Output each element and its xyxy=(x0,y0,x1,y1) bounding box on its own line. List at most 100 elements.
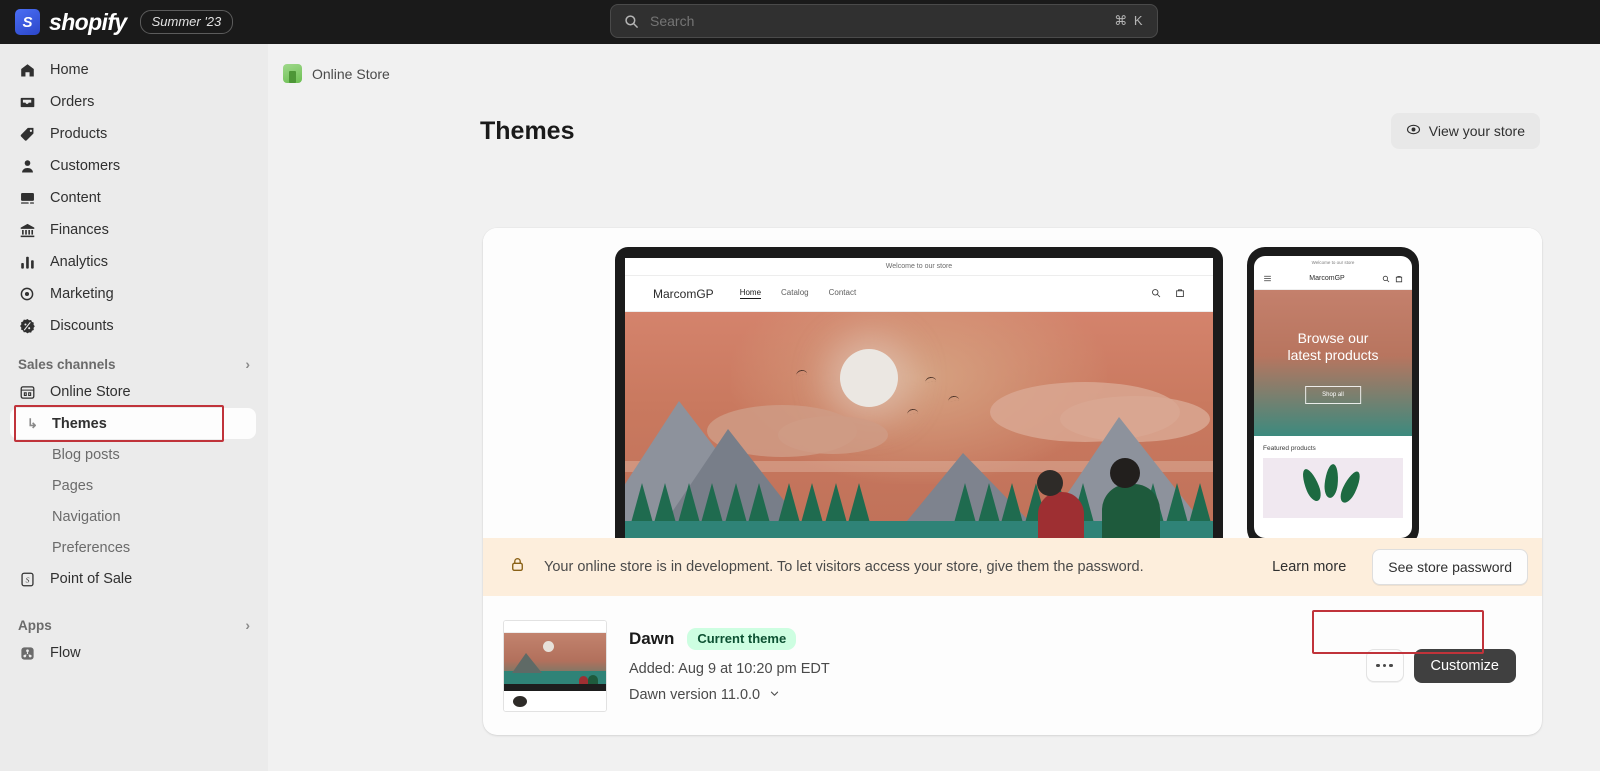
sidebar-item-finances[interactable]: Finances xyxy=(10,214,258,246)
dawn-theme-thumbnail[interactable] xyxy=(503,620,607,712)
sidebar-section-apps[interactable]: Apps › xyxy=(18,617,250,633)
mobile-featured-heading: Featured products xyxy=(1254,436,1412,452)
breadcrumb[interactable]: Online Store xyxy=(283,64,1600,83)
dot xyxy=(1389,664,1393,668)
sidebar-item-label: Themes xyxy=(52,416,107,432)
sidebar-item-flow[interactable]: Flow xyxy=(10,637,258,669)
mobile-announcement-bar: Welcome to our store xyxy=(1254,256,1412,268)
mobile-hero-button: Shop all xyxy=(1305,386,1361,404)
dot xyxy=(1383,664,1387,668)
search-bar[interactable]: ⌘ K xyxy=(610,4,1158,38)
more-actions-button[interactable] xyxy=(1366,649,1404,682)
preview-nav-link-catalog: Catalog xyxy=(781,288,809,299)
season-badge: Summer '23 xyxy=(140,10,234,34)
sidebar-item-customers[interactable]: Customers xyxy=(10,150,258,182)
search-input[interactable] xyxy=(650,13,1114,29)
page-header: Themes View your store xyxy=(480,113,1540,149)
breadcrumb-label: Online Store xyxy=(312,66,390,82)
home-icon xyxy=(18,61,37,80)
flow-app-icon xyxy=(18,644,37,663)
target-icon xyxy=(18,285,37,304)
thumbnail-nav-bar xyxy=(504,621,606,633)
sidebar-item-label: Online Store xyxy=(50,384,131,400)
mobile-product-card xyxy=(1263,458,1403,518)
sidebar-item-orders[interactable]: Orders xyxy=(10,86,258,118)
annotation-highlight-actions xyxy=(1312,610,1484,654)
mobile-preview-device[interactable]: Welcome to our store MarcomGP xyxy=(1247,247,1419,538)
sidebar-item-label: Products xyxy=(50,126,107,142)
storefront-icon xyxy=(18,383,37,402)
sidebar-item-label: Customers xyxy=(50,158,120,174)
mobile-hero-line2: latest products xyxy=(1254,347,1412,364)
product-tag-icon xyxy=(18,125,37,144)
desktop-preview-device[interactable]: Welcome to our store MarcomGP Home Catal… xyxy=(615,247,1223,538)
sidebar-item-label: Flow xyxy=(50,645,81,661)
sidebar-item-analytics[interactable]: Analytics xyxy=(10,246,258,278)
branch-arrow-icon: ↳ xyxy=(27,416,38,432)
thumbnail-hero xyxy=(504,633,606,691)
sidebar-item-label: Marketing xyxy=(50,286,114,302)
sidebar-item-home[interactable]: Home xyxy=(10,54,258,86)
preview-announcement-bar: Welcome to our store xyxy=(625,258,1213,276)
person-figure xyxy=(1102,484,1160,538)
learn-more-link[interactable]: Learn more xyxy=(1272,559,1346,575)
sidebar-item-label: Home xyxy=(50,62,89,78)
brand-logo[interactable]: S shopify Summer '23 xyxy=(0,9,233,36)
sidebar-item-pages[interactable]: Pages xyxy=(10,470,258,501)
sidebar-item-label: Orders xyxy=(50,94,94,110)
brand-name: shopify xyxy=(49,9,127,36)
sidebar-section-sales-channels[interactable]: Sales channels › xyxy=(18,356,250,372)
section-label: Sales channels xyxy=(18,357,116,372)
view-your-store-button[interactable]: View your store xyxy=(1391,113,1540,149)
preview-store-logo: MarcomGP xyxy=(653,287,714,301)
sidebar-item-marketing[interactable]: Marketing xyxy=(10,278,258,310)
cart-icon xyxy=(1395,270,1403,288)
sidebar-item-themes[interactable]: ↳ Themes xyxy=(10,408,256,439)
theme-version-selector[interactable]: Dawn version 11.0.0 xyxy=(629,687,830,703)
sidebar-item-point-of-sale[interactable]: S Point of Sale xyxy=(10,563,258,595)
preview-nav-links: Home Catalog Contact xyxy=(740,288,857,299)
sidebar-item-blog-posts[interactable]: Blog posts xyxy=(10,439,258,470)
sidebar-item-label: Navigation xyxy=(52,509,121,525)
sidebar-item-online-store[interactable]: Online Store xyxy=(10,376,258,408)
search-shortcut-hint: ⌘ K xyxy=(1114,13,1144,29)
preview-nav-link-home: Home xyxy=(740,288,761,299)
sidebar-item-content[interactable]: Content xyxy=(10,182,258,214)
shopify-logo-icon: S xyxy=(15,9,40,35)
mobile-hero-line1: Browse our xyxy=(1254,330,1412,347)
lock-icon xyxy=(509,556,526,578)
search-icon xyxy=(1382,270,1390,288)
desktop-preview-screen: Welcome to our store MarcomGP Home Catal… xyxy=(625,258,1213,538)
sidebar-item-label: Analytics xyxy=(50,254,108,270)
sidebar-item-products[interactable]: Products xyxy=(10,118,258,150)
person-figure xyxy=(1038,492,1084,538)
person-head xyxy=(1037,470,1063,496)
development-banner-message: Your online store is in development. To … xyxy=(544,559,1144,575)
development-store-banner: Your online store is in development. To … xyxy=(483,538,1542,596)
section-label: Apps xyxy=(18,618,52,633)
mobile-preview-screen: Welcome to our store MarcomGP xyxy=(1254,256,1412,538)
sidebar: Home Orders Products Customers xyxy=(0,44,268,771)
dot xyxy=(1376,664,1380,668)
chevron-right-icon: › xyxy=(245,617,250,633)
search-icon xyxy=(1151,285,1161,303)
theme-name-row: Dawn Current theme xyxy=(629,628,830,650)
preview-store-nav: MarcomGP Home Catalog Contact xyxy=(625,276,1213,312)
customize-button[interactable]: Customize xyxy=(1414,649,1517,683)
shopify-admin-window: S shopify Summer '23 ⌘ K Home O xyxy=(0,0,1600,771)
see-store-password-button[interactable]: See store password xyxy=(1372,549,1528,585)
themes-card: Welcome to our store MarcomGP Home Catal… xyxy=(483,228,1542,735)
chevron-right-icon: › xyxy=(245,356,250,372)
mobile-store-logo: MarcomGP xyxy=(1272,275,1382,282)
thumbnail-footer xyxy=(504,691,606,712)
sidebar-item-discounts[interactable]: Discounts xyxy=(10,310,258,342)
sidebar-item-navigation[interactable]: Navigation xyxy=(10,501,258,532)
top-bar: S shopify Summer '23 ⌘ K xyxy=(0,0,1600,44)
sidebar-item-preferences[interactable]: Preferences xyxy=(10,532,258,563)
theme-added-date: Added: Aug 9 at 10:20 pm EDT xyxy=(629,661,830,677)
sidebar-item-label: Preferences xyxy=(52,540,130,556)
person-head xyxy=(1110,458,1140,488)
online-store-icon xyxy=(283,64,302,83)
sidebar-item-label: Finances xyxy=(50,222,109,238)
status-badge: Current theme xyxy=(687,628,796,650)
